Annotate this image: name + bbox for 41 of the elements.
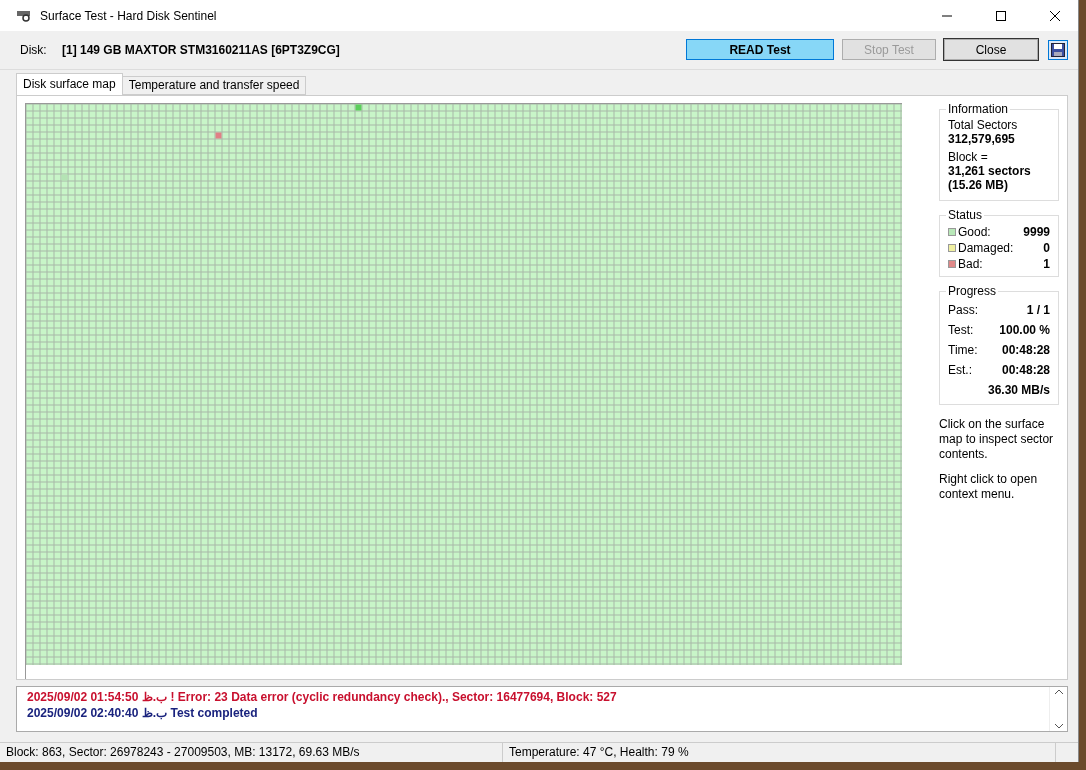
group-title: Status <box>946 207 985 222</box>
info-value: 31,261 sectors (15.26 MB) <box>948 163 1032 192</box>
status-label: Good: <box>958 224 991 239</box>
info-value: 312,579,695 <box>948 131 1016 146</box>
tab[interactable]: Disk surface map <box>16 72 123 95</box>
status-count: 0 <box>1043 240 1050 255</box>
progress-value: 100.00 % <box>999 322 1050 337</box>
log-line: 2025/09/02 02:40:40 ب.ظ Test completed <box>27 704 259 721</box>
help-text: Click on the surface map to inspect sector contents. <box>939 416 1055 462</box>
progress-label: Test: <box>948 322 974 337</box>
status-label: Damaged: <box>958 240 1014 255</box>
info-label: Total Sectors <box>948 117 1019 132</box>
toolbar-button[interactable]: READ Test <box>686 39 834 61</box>
progress-value: 00:48:28 <box>1001 362 1050 377</box>
tab[interactable]: Temperature and transfer speed <box>121 75 307 95</box>
toolbar-button[interactable]: Close <box>944 39 1038 61</box>
progress-label: Time: <box>948 342 978 357</box>
window-title: Surface Test - Hard Disk Sentinel <box>40 8 218 23</box>
info-label: Block = <box>948 149 989 164</box>
scroll-down-icon[interactable] <box>1054 724 1063 730</box>
progress-label: Pass: <box>948 302 978 317</box>
disk-name: [1] 149 GB MAXTOR STM3160211AS [6PT3Z9CG] <box>62 42 341 57</box>
scroll-up-icon[interactable] <box>1054 688 1063 694</box>
help-text: Right click to open context menu. <box>939 471 1039 502</box>
log-line: 2025/09/02 01:54:50 ب.ظ ! Error: 23 Data error (cyclic redundancy check)., Sector: 16477694, Block: 527 <box>27 688 618 705</box>
status-bar-field: Temperature: 47 °C, Health: 79 % <box>503 743 1056 762</box>
progress-value: 36.30 MB/s <box>987 382 1050 397</box>
group-title: Information <box>946 101 1011 116</box>
progress-label: Est.: <box>948 362 972 377</box>
save-button[interactable] <box>1048 39 1068 60</box>
disk-magnifier-icon <box>16 8 32 23</box>
status-count: 1 <box>1043 256 1050 271</box>
maximize-icon <box>996 10 1006 21</box>
close-icon <box>1050 10 1060 21</box>
group-title: Progress <box>946 283 999 298</box>
disk-label: Disk: <box>20 42 48 57</box>
status-label: Bad: <box>958 256 983 271</box>
progress-value: 1 / 1 <box>1026 302 1050 317</box>
status-bar-field: Block: 863, Sector: 26978243 - 27009503, MB: 13172, 69.63 MB/s <box>0 743 503 762</box>
status-count: 9999 <box>1023 224 1050 239</box>
progress-value: 00:48:28 <box>1001 342 1050 357</box>
